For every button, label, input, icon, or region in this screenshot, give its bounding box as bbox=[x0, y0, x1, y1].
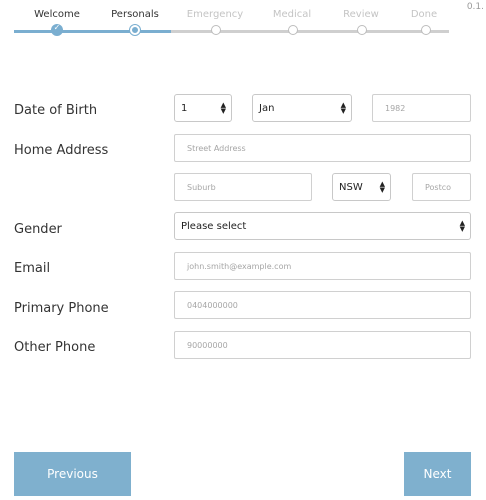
step-welcome-label[interactable]: Welcome bbox=[17, 9, 97, 20]
dob-day-select[interactable]: 1 ▲ ▼ bbox=[174, 94, 232, 122]
other-phone-label: Other Phone bbox=[14, 340, 96, 355]
sort-arrows-icon: ▲ ▼ bbox=[220, 101, 226, 115]
primary-phone-label: Primary Phone bbox=[14, 301, 109, 316]
suburb-input[interactable]: Suburb bbox=[174, 173, 312, 201]
step-done-label[interactable]: Done bbox=[384, 9, 464, 20]
dob-year-input[interactable]: 1982 bbox=[372, 94, 471, 122]
check-icon: ✓ bbox=[53, 23, 61, 32]
primary-phone-input[interactable]: 0404000000 bbox=[174, 291, 471, 319]
other-phone-placeholder: 90000000 bbox=[187, 340, 228, 350]
state-select[interactable]: NSW ▲ ▼ bbox=[332, 173, 391, 201]
gender-select[interactable]: Please select ▲ ▼ bbox=[174, 212, 471, 240]
email-input[interactable]: john.smith@example.com bbox=[174, 252, 471, 280]
step-welcome-node[interactable]: ✓ bbox=[51, 23, 63, 36]
postcode-input[interactable]: Postco bbox=[412, 173, 471, 201]
previous-button[interactable]: Previous bbox=[14, 452, 131, 496]
other-phone-input[interactable]: 90000000 bbox=[174, 331, 471, 359]
gender-label: Gender bbox=[14, 222, 62, 237]
step-personals-label[interactable]: Personals bbox=[95, 9, 175, 20]
suburb-placeholder: Suburb bbox=[187, 182, 216, 192]
step-emergency-node[interactable] bbox=[211, 25, 221, 35]
step-done-node[interactable] bbox=[421, 25, 431, 35]
dob-month-select[interactable]: Jan ▲ ▼ bbox=[252, 94, 352, 122]
step-review-node[interactable] bbox=[357, 25, 367, 35]
sort-arrows-icon: ▲ ▼ bbox=[459, 219, 465, 233]
state-value: NSW bbox=[339, 181, 363, 193]
postcode-placeholder: Postco bbox=[425, 182, 452, 192]
stepper-track-complete bbox=[14, 30, 171, 33]
street-address-placeholder: Street Address bbox=[187, 143, 246, 153]
email-label: Email bbox=[14, 261, 51, 276]
gender-value: Please select bbox=[181, 220, 247, 232]
next-button[interactable]: Next bbox=[404, 452, 471, 496]
sort-arrows-icon: ▲ ▼ bbox=[340, 101, 346, 115]
dob-day-value: 1 bbox=[181, 102, 188, 114]
step-emergency-label[interactable]: Emergency bbox=[175, 9, 255, 20]
dob-year-placeholder: 1982 bbox=[385, 103, 406, 113]
home-address-label: Home Address bbox=[14, 143, 109, 158]
sort-arrows-icon: ▲ ▼ bbox=[379, 180, 385, 194]
street-address-input[interactable]: Street Address bbox=[174, 134, 471, 162]
dob-label: Date of Birth bbox=[14, 103, 98, 118]
step-medical-node[interactable] bbox=[288, 25, 298, 35]
step-personals-node[interactable] bbox=[130, 25, 140, 35]
progress-stepper: Welcome Personals Emergency Medical Revi… bbox=[0, 0, 486, 40]
step-medical-label[interactable]: Medical bbox=[252, 9, 332, 20]
email-placeholder: john.smith@example.com bbox=[187, 261, 292, 271]
dob-month-value: Jan bbox=[259, 102, 275, 114]
primary-phone-placeholder: 0404000000 bbox=[187, 300, 238, 310]
